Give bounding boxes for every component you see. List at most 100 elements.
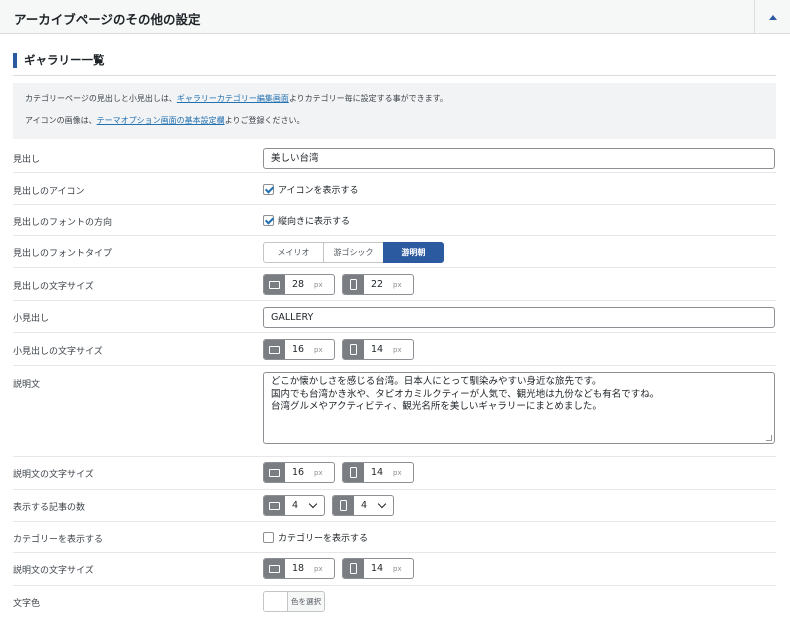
triangle-up-icon [768, 14, 777, 20]
phone-icon [343, 559, 364, 578]
phone-icon [343, 275, 364, 294]
monitor-icon [264, 275, 285, 294]
phone-icon [333, 496, 354, 515]
description-label: 説明文 [13, 380, 41, 390]
heading-input[interactable]: 美しい台湾 [263, 148, 775, 169]
post-count-label: 表示する記事の数 [13, 503, 86, 513]
post-count-pc-select[interactable]: 4 [263, 495, 325, 516]
textarea-line: 台湾グルメやアクティビティ、観光名所を美しいギャラリーにまとめました。 [271, 401, 602, 412]
subheading-size-pc-input[interactable]: 16 px [263, 339, 335, 360]
row-heading-size: 見出しの文字サイズ 28 px 22 px [13, 268, 776, 301]
monitor-icon [264, 340, 285, 359]
row-heading-font-type: 見出しのフォントタイプ メイリオ 游ゴシック 游明朝 [13, 236, 776, 268]
heading-label: 見出し [13, 155, 41, 165]
row-show-category: カテゴリーを表示する カテゴリーを表示する [13, 522, 776, 553]
row-heading: 見出し 美しい台湾 [13, 141, 776, 173]
font-option-yu-mincho[interactable]: 游明朝 [383, 242, 444, 263]
description-text: カテゴリーページの見出しと小見出しは、 [25, 94, 177, 103]
description-size-2-sp-input[interactable]: 14 px [342, 558, 414, 579]
heading-font-type-label: 見出しのフォントタイプ [13, 249, 113, 259]
size-unit: px [314, 345, 323, 354]
row-post-count: 表示する記事の数 4 4 [13, 490, 776, 522]
size-unit: px [314, 468, 323, 477]
monitor-icon [264, 463, 285, 482]
size-value: 14 [371, 467, 384, 478]
row-subheading: 小見出し GALLERY [13, 301, 776, 333]
description-text: アイコンの画像は、 [25, 116, 97, 125]
description-line-2: アイコンの画像は、テーマオプション画面の基本設定欄よりご登録ください。 [25, 116, 776, 138]
font-option-yu-gothic[interactable]: 游ゴシック [323, 242, 384, 263]
description-line-1: カテゴリーページの見出しと小見出しは、ギャラリーカテゴリー編集画面よりカテゴリー… [25, 94, 776, 116]
description-size-2-pc-input[interactable]: 18 px [263, 558, 335, 579]
color-swatch [264, 592, 288, 611]
heading-icon-label: 見出しのアイコン [13, 187, 85, 197]
heading-size-sp-input[interactable]: 22 px [342, 274, 414, 295]
theme-options-link[interactable]: テーマオプション画面の基本設定欄 [97, 116, 225, 125]
description-size-2-label: 説明文の文字サイズ [13, 566, 94, 576]
show-category-label: カテゴリーを表示する [13, 535, 104, 545]
row-subheading-size: 小見出しの文字サイズ 16 px 14 px [13, 333, 776, 366]
checkbox-checked-icon [263, 184, 274, 195]
collapse-button[interactable] [754, 0, 790, 34]
select-value: 4 [292, 500, 299, 511]
resize-handle-icon[interactable] [766, 435, 772, 441]
select-value: 4 [361, 500, 368, 511]
checkbox-label: カテゴリーを表示する [278, 534, 369, 544]
subheading-size-sp-input[interactable]: 14 px [342, 339, 414, 360]
description-size-sp-input[interactable]: 14 px [342, 462, 414, 483]
textarea-line: どこか懐かしさを感じる台湾。日本人にとって馴染みやすい身近な旅先です。 [271, 376, 602, 387]
description-size-pc-input[interactable]: 16 px [263, 462, 335, 483]
gallery-category-edit-link[interactable]: ギャラリーカテゴリー編集画面 [177, 94, 289, 103]
checkbox-checked-icon [263, 215, 274, 226]
post-count-sp-select[interactable]: 4 [332, 495, 394, 516]
size-unit: px [393, 345, 402, 354]
row-heading-icon: 見出しのアイコン アイコンを表示する [13, 173, 776, 205]
size-unit: px [314, 280, 323, 289]
size-value: 16 [292, 467, 305, 478]
description-textarea[interactable]: どこか懐かしさを感じる台湾。日本人にとって馴染みやすい身近な旅先です。 国内でも… [263, 372, 775, 444]
phone-icon [343, 463, 364, 482]
settings-header: アーカイブページのその他の設定 [0, 0, 790, 34]
section-divider [13, 75, 776, 76]
description-box: カテゴリーページの見出しと小見出しは、ギャラリーカテゴリー編集画面よりカテゴリー… [13, 83, 776, 139]
size-value: 18 [292, 563, 305, 574]
heading-direction-label: 見出しのフォントの方向 [13, 218, 113, 228]
vertical-text-checkbox[interactable]: 縦向きに表示する [263, 214, 350, 227]
size-unit: px [314, 564, 323, 573]
monitor-icon [264, 496, 285, 515]
description-size-label: 説明文の文字サイズ [13, 470, 94, 480]
heading-size-label: 見出しの文字サイズ [13, 282, 94, 292]
row-description: 説明文 どこか懐かしさを感じる台湾。日本人にとって馴染みやすい身近な旅先です。 … [13, 366, 776, 457]
heading-size-pc-input[interactable]: 28 px [263, 274, 335, 295]
description-text: よりご登録ください。 [224, 116, 305, 125]
color-picker-button[interactable]: 色を選択 [263, 591, 325, 612]
row-text-color: 文字色 色を選択 [13, 586, 776, 624]
size-value: 14 [371, 344, 384, 355]
monitor-icon [264, 559, 285, 578]
font-option-meiryo[interactable]: メイリオ [263, 242, 324, 263]
row-heading-direction: 見出しのフォントの方向 縦向きに表示する [13, 205, 776, 236]
font-type-selector: メイリオ 游ゴシック 游明朝 [263, 242, 444, 263]
row-description-size-2: 説明文の文字サイズ 18 px 14 px [13, 553, 776, 586]
row-description-size: 説明文の文字サイズ 16 px 14 px [13, 457, 776, 490]
size-value: 16 [292, 344, 305, 355]
phone-icon [343, 340, 364, 359]
size-value: 22 [371, 279, 384, 290]
checkbox-label: アイコンを表示する [278, 186, 359, 196]
header-title: アーカイブページのその他の設定 [14, 12, 201, 27]
subheading-label: 小見出し [13, 314, 50, 324]
subheading-size-label: 小見出しの文字サイズ [13, 347, 103, 357]
checkbox-unchecked-icon [263, 532, 274, 543]
description-text: よりカテゴリー毎に設定する事ができます。 [288, 94, 448, 103]
show-category-checkbox[interactable]: カテゴリーを表示する [263, 531, 368, 544]
size-unit: px [393, 468, 402, 477]
textarea-line: 国内でも台湾かき氷や、タピオカミルクティーが人気で、観光地は九份なども有名ですね… [271, 388, 660, 400]
section-title: ギャラリー一覧 [13, 53, 105, 68]
checkbox-label: 縦向きに表示する [278, 217, 351, 227]
text-color-label: 文字色 [13, 599, 41, 609]
color-picker-label: 色を選択 [288, 592, 324, 611]
heading-icon-checkbox[interactable]: アイコンを表示する [263, 183, 359, 196]
subheading-input[interactable]: GALLERY [263, 307, 775, 328]
chevron-down-icon [377, 499, 387, 508]
chevron-down-icon [308, 499, 318, 508]
